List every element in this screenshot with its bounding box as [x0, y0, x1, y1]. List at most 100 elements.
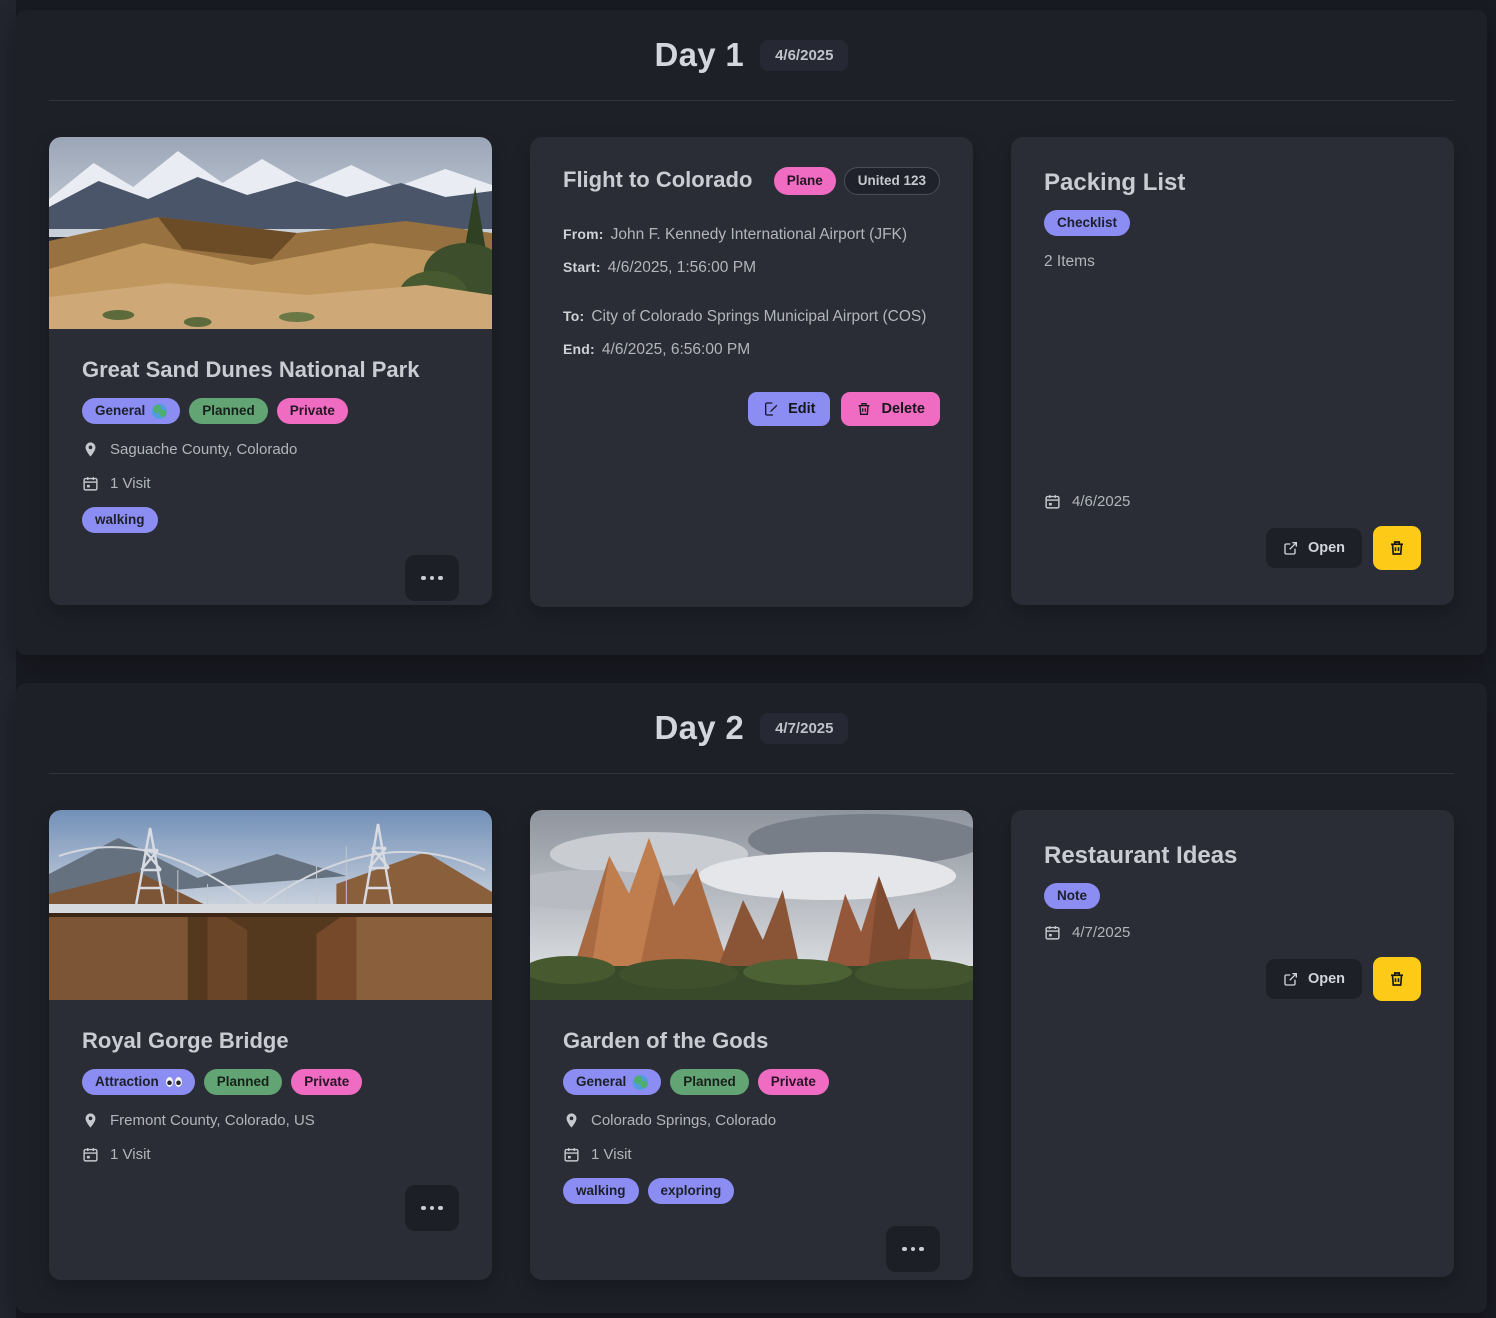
- to-label: To:: [563, 308, 584, 324]
- day-2-date-pill: 4/7/2025: [760, 713, 848, 744]
- checklist-actions: Open: [1044, 526, 1421, 570]
- to-value: City of Colorado Springs Municipal Airpo…: [591, 308, 926, 325]
- external-link-icon: [1283, 540, 1299, 556]
- more-options-button[interactable]: [405, 555, 459, 601]
- checklist-date: 4/6/2025: [1072, 493, 1130, 510]
- trash-icon: [856, 401, 872, 417]
- items-count: 2 Items: [1044, 253, 1095, 271]
- more-options-button[interactable]: [886, 1226, 940, 1272]
- place-badges: General Planned Private: [563, 1069, 829, 1095]
- checklist-title: Packing List: [1044, 169, 1185, 197]
- file-pen-icon: [763, 401, 779, 417]
- pin-icon: [563, 1112, 580, 1129]
- category-badge: Attraction: [82, 1069, 195, 1095]
- trash-icon: [1388, 970, 1406, 988]
- flight-actions: Edit Delete: [563, 392, 940, 426]
- place-title: Garden of the Gods: [563, 1028, 768, 1054]
- place-tags: walking: [82, 507, 158, 533]
- category-badge: General: [82, 398, 180, 424]
- note-type-badge: Note: [1044, 883, 1100, 909]
- open-button[interactable]: Open: [1266, 959, 1362, 999]
- flight-start-row: Start: 4/6/2025, 1:56:00 PM: [563, 259, 940, 277]
- note-card-restaurant-ideas: Restaurant Ideas Note 4/7/2025 Open: [1011, 810, 1454, 1277]
- flight-end-row: End:4/6/2025, 6:56:00 PM: [563, 341, 940, 359]
- place-card-great-sand-dunes: Great Sand Dunes National Park General P…: [49, 137, 492, 605]
- globe-icon: [152, 404, 167, 419]
- day-1-title: Day 1: [655, 36, 745, 74]
- location-row: Saguache County, Colorado: [82, 441, 297, 458]
- day-1-cards: Great Sand Dunes National Park General P…: [16, 137, 1487, 607]
- visits-text: 1 Visit: [110, 475, 151, 492]
- external-link-icon: [1283, 971, 1299, 987]
- start-value: 4/6/2025, 1:56:00 PM: [608, 259, 756, 276]
- note-date: 4/7/2025: [1072, 924, 1130, 941]
- calendar-icon: [82, 1146, 99, 1163]
- pin-icon: [82, 1112, 99, 1129]
- from-value: John F. Kennedy International Airport (J…: [611, 226, 907, 243]
- day-2-cards: Royal Gorge Bridge Attraction Planned Pr…: [16, 810, 1487, 1280]
- calendar-icon: [1044, 924, 1061, 941]
- calendar-icon: [82, 475, 99, 492]
- trash-icon: [1388, 539, 1406, 557]
- sand-dunes-photo: [49, 137, 492, 329]
- place-card-body: Great Sand Dunes National Park General P…: [49, 329, 492, 605]
- tag-pill: walking: [563, 1178, 639, 1204]
- place-card-body: Garden of the Gods General Planned Priva…: [530, 1000, 973, 1280]
- note-badges: Note: [1044, 883, 1100, 909]
- category-badge: General: [563, 1069, 661, 1095]
- day-2-divider: [49, 773, 1454, 774]
- eyes-icon: [166, 1077, 182, 1087]
- note-actions: Open: [1044, 957, 1421, 1001]
- visibility-badge: Private: [291, 1069, 362, 1095]
- location-row: Fremont County, Colorado, US: [82, 1112, 315, 1129]
- flight-title: Flight to Colorado: [563, 167, 752, 193]
- tag-pill: exploring: [648, 1178, 735, 1204]
- day-1-section: Day 1 4/6/2025: [16, 10, 1487, 655]
- place-badges: General Planned Private: [82, 398, 348, 424]
- from-label: From:: [563, 226, 604, 242]
- rock-formations-photo: [530, 810, 973, 1000]
- itinerary-list: Day 1 4/6/2025: [16, 0, 1487, 1313]
- visits-text: 1 Visit: [110, 1146, 151, 1163]
- flight-to-row: To: City of Colorado Springs Municipal Ai…: [563, 308, 940, 326]
- delete-note-button[interactable]: [1373, 957, 1421, 1001]
- visits-row: 1 Visit: [563, 1146, 632, 1163]
- start-label: Start:: [563, 259, 601, 275]
- visibility-badge: Private: [277, 398, 348, 424]
- visits-text: 1 Visit: [591, 1146, 632, 1163]
- delete-checklist-button[interactable]: [1373, 526, 1421, 570]
- day-1-divider: [49, 100, 1454, 101]
- flight-number-badge: United 123: [844, 167, 940, 195]
- globe-icon: [633, 1075, 648, 1090]
- place-card-garden-of-the-gods: Garden of the Gods General Planned Priva…: [530, 810, 973, 1280]
- end-value: 4/6/2025, 6:56:00 PM: [602, 341, 750, 358]
- day-1-date-pill: 4/6/2025: [760, 40, 848, 71]
- place-badges: Attraction Planned Private: [82, 1069, 362, 1095]
- open-button[interactable]: Open: [1266, 528, 1362, 568]
- flight-card: Flight to Colorado Plane United 123 From…: [530, 137, 973, 607]
- visits-row: 1 Visit: [82, 475, 151, 492]
- status-badge: Planned: [189, 398, 268, 424]
- location-text: Fremont County, Colorado, US: [110, 1112, 315, 1129]
- tag-pill: walking: [82, 507, 158, 533]
- calendar-icon: [1044, 493, 1061, 510]
- place-tags: walking exploring: [563, 1178, 734, 1204]
- location-text: Saguache County, Colorado: [110, 441, 297, 458]
- page-left-gutter: [0, 0, 16, 1318]
- place-card-royal-gorge-bridge: Royal Gorge Bridge Attraction Planned Pr…: [49, 810, 492, 1280]
- day-1-header: Day 1 4/6/2025: [16, 36, 1487, 74]
- checklist-type-badge: Checklist: [1044, 210, 1130, 236]
- day-2-section: Day 2 4/7/2025: [16, 683, 1487, 1313]
- more-options-button[interactable]: [405, 1185, 459, 1231]
- visibility-badge: Private: [758, 1069, 829, 1095]
- day-2-header: Day 2 4/7/2025: [16, 709, 1487, 747]
- day-2-title: Day 2: [655, 709, 745, 747]
- delete-button[interactable]: Delete: [841, 392, 940, 426]
- checklist-badges: Checklist: [1044, 210, 1130, 236]
- pin-icon: [82, 441, 99, 458]
- note-date-row: 4/7/2025: [1044, 924, 1130, 941]
- status-badge: Planned: [204, 1069, 283, 1095]
- flight-badges: Plane United 123: [774, 167, 940, 195]
- edit-button[interactable]: Edit: [748, 392, 830, 426]
- transport-type-badge: Plane: [774, 167, 836, 195]
